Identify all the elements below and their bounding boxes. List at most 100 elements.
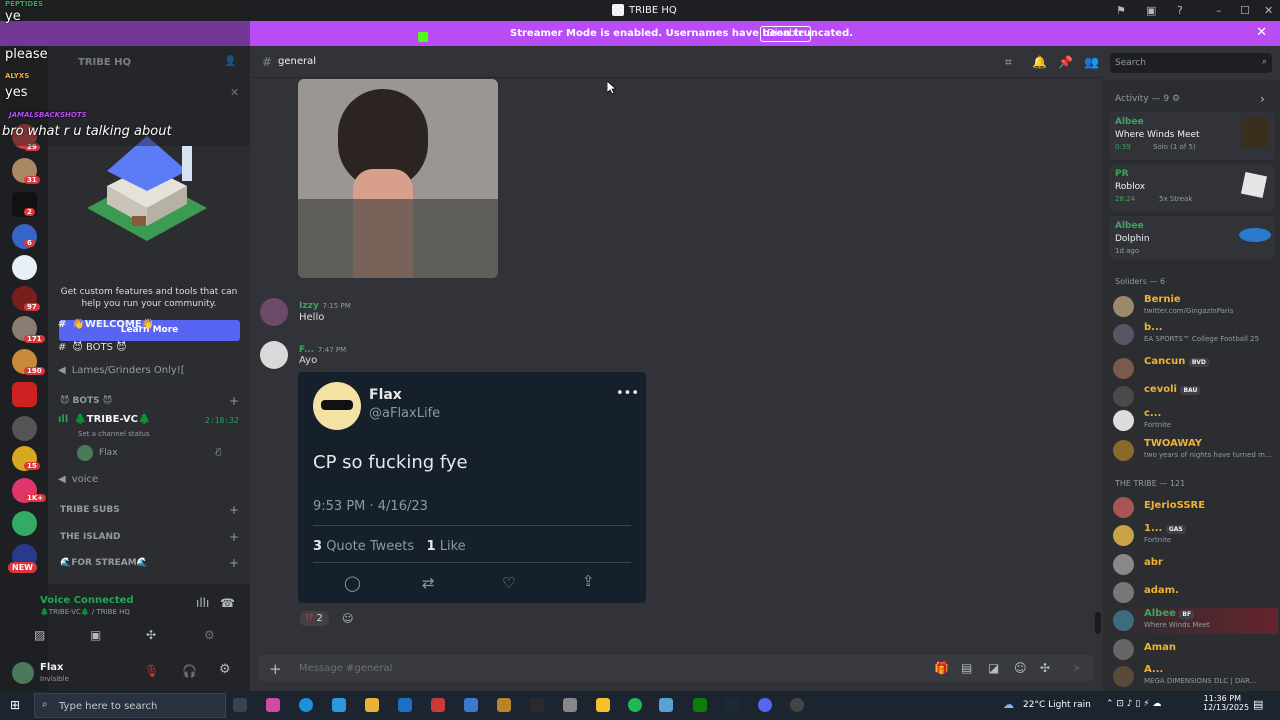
headphones-muted-icon[interactable]: 🎧 bbox=[182, 664, 197, 678]
camera-off-icon[interactable]: ▨ bbox=[34, 628, 45, 642]
avatar[interactable] bbox=[260, 298, 288, 326]
windows-start-icon[interactable]: ⊞ bbox=[10, 698, 20, 712]
chevron-right-icon[interactable]: › bbox=[1260, 92, 1265, 106]
message-author[interactable]: Izzy bbox=[299, 301, 319, 311]
member-item[interactable]: A... MEGA DIMENSIONS DLC | DAR... bbox=[1113, 664, 1278, 690]
xbox-icon[interactable] bbox=[693, 698, 707, 712]
like-icon[interactable]: ♡ bbox=[502, 574, 515, 592]
add-channel-icon[interactable]: + bbox=[229, 503, 239, 517]
close-window-icon[interactable]: ✕ bbox=[1264, 4, 1273, 17]
channel-tribe-vc[interactable]: ıll 🌲TRIBE-VC🌲 bbox=[58, 414, 150, 425]
file-explorer-icon[interactable] bbox=[365, 698, 379, 712]
channel-lames[interactable]: ◀ Lames/Grinders Only![ bbox=[58, 365, 185, 376]
discord-icon[interactable] bbox=[758, 698, 772, 712]
reaction-pill[interactable]: ⁉ 2 bbox=[300, 611, 329, 626]
avatar[interactable] bbox=[12, 662, 34, 684]
activity-header[interactable]: Activity — 9 ⚙ bbox=[1115, 94, 1180, 104]
server-icon[interactable] bbox=[12, 382, 37, 407]
app-icon[interactable] bbox=[464, 698, 478, 712]
member-item[interactable]: c... Fortnite bbox=[1113, 408, 1278, 434]
pin-icon[interactable]: 📌 bbox=[1058, 55, 1073, 69]
reply-icon[interactable]: ◯ bbox=[344, 574, 361, 592]
member-item[interactable]: adam. bbox=[1113, 580, 1278, 606]
app-icon[interactable] bbox=[596, 698, 610, 712]
member-item[interactable]: Albee BF Where Winds Meet bbox=[1113, 608, 1278, 634]
category-the-island[interactable]: THE ISLAND bbox=[60, 532, 121, 542]
channel-welcome[interactable]: # 👋WELCOME👋 bbox=[58, 319, 154, 330]
member-item[interactable]: b... EA SPORTS™ College Football 25 bbox=[1113, 322, 1278, 348]
scrollbar[interactable] bbox=[1095, 612, 1101, 634]
inbox-icon[interactable]: ⚑ bbox=[1116, 4, 1126, 17]
app-icon[interactable] bbox=[497, 698, 511, 712]
app-icon[interactable] bbox=[659, 698, 673, 712]
retweet-icon[interactable]: ⇄ bbox=[422, 574, 435, 592]
member-item[interactable]: abr bbox=[1113, 552, 1278, 578]
app-icon[interactable] bbox=[563, 698, 577, 712]
image-attachment[interactable] bbox=[298, 79, 498, 278]
share-icon[interactable]: ⇪ bbox=[582, 572, 595, 590]
add-channel-icon[interactable]: + bbox=[229, 556, 239, 570]
avatar[interactable] bbox=[260, 341, 288, 369]
screen-icon[interactable]: ▣ bbox=[1146, 4, 1156, 17]
activities-icon[interactable]: ✣ bbox=[146, 628, 156, 642]
help-icon[interactable]: ? bbox=[1177, 4, 1183, 17]
gif-icon[interactable]: ▤ bbox=[961, 661, 972, 675]
app-icon[interactable] bbox=[431, 698, 445, 712]
member-item[interactable]: Aman bbox=[1113, 637, 1278, 663]
close-banner-icon[interactable]: ✕ bbox=[1256, 25, 1267, 40]
settings-gear-icon[interactable]: ⚙ bbox=[219, 662, 231, 677]
soundboard-icon[interactable]: ⚙ bbox=[204, 628, 215, 642]
notification-icon[interactable]: ▤ bbox=[1253, 698, 1263, 711]
server-icon[interactable] bbox=[12, 511, 37, 536]
tweet-embed[interactable]: Flax @aFlaxLife ••• CP so fucking fye 9:… bbox=[298, 372, 646, 603]
gift-icon[interactable]: 🎁 bbox=[934, 661, 949, 675]
member-item[interactable]: Bernie twitter.com/GingazInParis bbox=[1113, 294, 1278, 320]
outlook-icon[interactable] bbox=[398, 698, 412, 712]
channel-voice[interactable]: ◀ voice bbox=[58, 474, 98, 485]
category-for-stream[interactable]: 🌊FOR STREAM🌊 bbox=[60, 558, 148, 568]
taskbar-search-input[interactable]: ⌕ Type here to search bbox=[34, 693, 226, 718]
spotify-icon[interactable] bbox=[628, 698, 642, 712]
member-item[interactable]: cevoli BAU bbox=[1113, 384, 1278, 410]
clock[interactable]: 11:36 PM 12/13/2025 bbox=[1203, 694, 1249, 712]
obs-icon[interactable] bbox=[790, 698, 804, 712]
disconnect-icon[interactable]: ☎ bbox=[220, 596, 235, 610]
member-item[interactable]: EJerioSSRE bbox=[1113, 495, 1278, 521]
channel-bots[interactable]: # 😈 BOTS 😈 bbox=[58, 342, 127, 353]
tray-icons[interactable]: ⌃ ⊡ ♪ ▯ ⚡ ☁ bbox=[1106, 699, 1161, 709]
maximize-icon[interactable]: ☐ bbox=[1240, 4, 1250, 17]
add-channel-icon[interactable]: + bbox=[229, 394, 239, 408]
server-icon[interactable] bbox=[12, 416, 37, 441]
category-tribe-subs[interactable]: TRIBE SUBS bbox=[60, 505, 120, 515]
bell-icon[interactable]: 🔔 bbox=[1032, 55, 1047, 69]
voice-channel-path[interactable]: 🌲TRIBE-VC🌲 / TRIBE HQ bbox=[40, 608, 130, 616]
emoji-icon[interactable]: ☺ bbox=[1014, 661, 1027, 675]
screen-share-icon[interactable]: ▣ bbox=[90, 628, 101, 642]
member-list-icon[interactable]: 👥 bbox=[1084, 55, 1099, 69]
activity-card[interactable]: PR Roblox 28:24 5x Streak bbox=[1109, 164, 1275, 212]
activity-card[interactable]: Albee Dolphin 1d ago bbox=[1109, 216, 1275, 260]
category-bots[interactable]: 😈 BOTS 😈 bbox=[60, 396, 112, 406]
member-item[interactable]: TWOAWAY two years of nights have turned m… bbox=[1113, 438, 1278, 464]
noise-icon[interactable]: ıllı bbox=[196, 596, 209, 610]
attach-plus-icon[interactable]: + bbox=[269, 660, 282, 678]
store-icon[interactable] bbox=[332, 698, 346, 712]
member-item[interactable]: Cancun BVD bbox=[1113, 356, 1278, 382]
task-view-icon[interactable] bbox=[233, 698, 247, 712]
add-reaction-icon[interactable]: ☺ bbox=[342, 612, 353, 625]
mic-muted-icon[interactable]: 🎙 bbox=[144, 664, 159, 678]
edge-icon[interactable] bbox=[299, 698, 313, 712]
copilot-icon[interactable] bbox=[266, 698, 280, 712]
minimize-icon[interactable]: – bbox=[1216, 4, 1222, 17]
more-icon[interactable]: ••• bbox=[616, 386, 639, 401]
send-icon[interactable]: ➤ bbox=[1072, 661, 1082, 675]
message-author[interactable]: F... bbox=[299, 345, 314, 355]
search-input[interactable]: Search ⌕ bbox=[1110, 53, 1272, 73]
threads-icon[interactable]: ⌗ bbox=[1005, 55, 1012, 70]
message-input[interactable]: Message #general bbox=[299, 663, 392, 674]
add-channel-icon[interactable]: + bbox=[229, 530, 239, 544]
vc-user-name[interactable]: Flax bbox=[99, 448, 118, 458]
set-status-link[interactable]: Set a channel status bbox=[78, 430, 150, 438]
apps-icon[interactable]: ✣ bbox=[1040, 661, 1050, 675]
app-icon[interactable] bbox=[530, 698, 544, 712]
